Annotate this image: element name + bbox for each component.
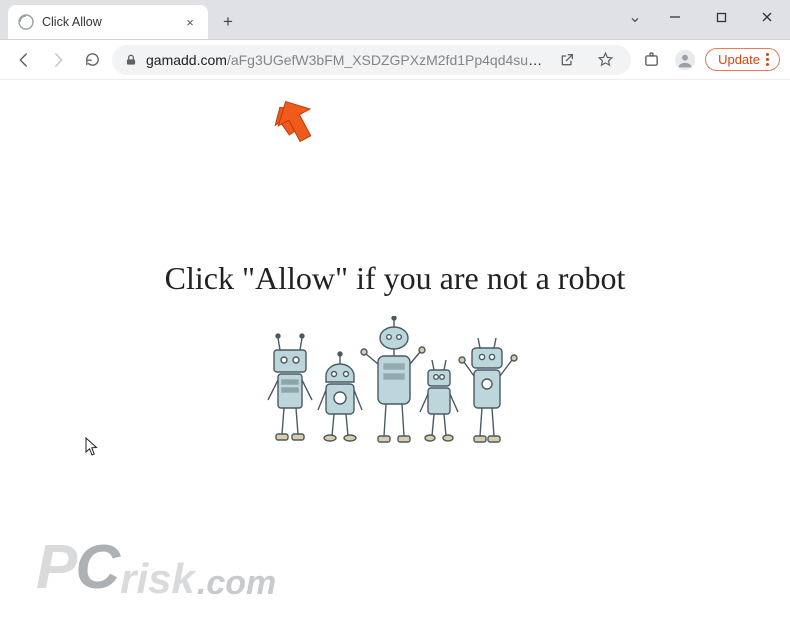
lock-icon [124, 53, 138, 67]
watermark-c: C [75, 532, 118, 603]
page-headline: Click "Allow" if you are not a robot [0, 260, 790, 297]
menu-kebab-icon [766, 53, 769, 66]
robots-illustration [260, 316, 530, 471]
profile-avatar-icon[interactable] [671, 46, 699, 74]
favicon-icon [18, 14, 34, 30]
maximize-button[interactable] [698, 0, 744, 34]
update-button[interactable]: Update [705, 48, 780, 71]
titlebar: Click Allow × + ⌄ [0, 0, 790, 40]
reload-button[interactable] [78, 46, 106, 74]
browser-tab[interactable]: Click Allow × [8, 5, 208, 39]
bookmark-star-icon[interactable] [591, 46, 619, 74]
back-button[interactable] [10, 46, 38, 74]
url-host: gamadd.com [146, 52, 227, 68]
share-icon[interactable] [553, 46, 581, 74]
browser-window: Click Allow × + ⌄ [0, 0, 790, 621]
window-controls: ⌄ [618, 0, 790, 34]
watermark-risk: risk [120, 555, 195, 603]
tab-title: Click Allow [42, 15, 174, 29]
address-bar[interactable]: gamadd.com/aFg3UGefW3bFM_XSDZGPXzM2fd1Pp… [112, 45, 631, 75]
tab-search-icon[interactable]: ⌄ [618, 0, 652, 34]
url-text: gamadd.com/aFg3UGefW3bFM_XSDZGPXzM2fd1Pp… [146, 52, 545, 68]
url-path: /aFg3UGefW3bFM_XSDZGPXzM2fd1Pp4qd4su6ay… [227, 52, 545, 68]
close-window-button[interactable] [744, 0, 790, 34]
watermark: P C risk .com [36, 532, 276, 603]
extensions-icon[interactable] [637, 46, 665, 74]
watermark-p: P [36, 532, 75, 603]
mouse-cursor-icon [85, 437, 101, 462]
toolbar: gamadd.com/aFg3UGefW3bFM_XSDZGPXzM2fd1Pp… [0, 40, 790, 80]
close-tab-icon[interactable]: × [182, 14, 198, 30]
minimize-button[interactable] [652, 0, 698, 34]
new-tab-button[interactable]: + [214, 8, 242, 36]
update-label: Update [718, 52, 760, 67]
watermark-com: .com [197, 564, 276, 603]
omnibox-actions [553, 46, 619, 74]
page-content: Click "Allow" if you are not a robot [0, 80, 790, 621]
forward-button[interactable] [44, 46, 72, 74]
